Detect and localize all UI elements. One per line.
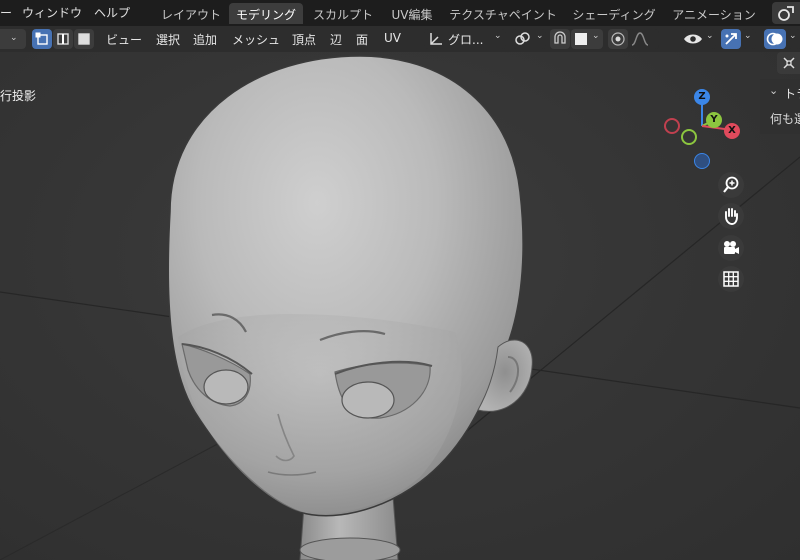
tab-shading[interactable]: シェーディング	[566, 3, 662, 24]
chevron-down-icon: ⌄	[592, 31, 600, 41]
chevron-down-icon: ⌄	[744, 31, 752, 41]
gizmo-arrow-icon	[725, 33, 737, 45]
link-icon	[515, 32, 530, 45]
tab-label: UV編集	[391, 8, 433, 22]
menu-face[interactable]: 面	[356, 31, 368, 48]
tab-texture-paint[interactable]: テクスチャペイント	[446, 3, 560, 24]
visibility-dropdown[interactable]: ⌄	[682, 29, 716, 49]
orientation-label: グロ...	[448, 33, 484, 47]
hand-icon	[725, 208, 738, 225]
sidebar-tab[interactable]	[777, 52, 800, 74]
pivot-point-dropdown[interactable]: ⌄	[512, 29, 546, 49]
gizmo-toggle-button[interactable]	[721, 29, 741, 49]
edge-select-icon	[57, 33, 69, 45]
menu-help[interactable]: ヘルプ	[94, 4, 130, 21]
zoom-button[interactable]	[718, 172, 744, 198]
overlay-circles-icon	[766, 32, 783, 46]
tab-label: モデリング	[235, 8, 296, 22]
overlays-dropdown[interactable]: ⌄	[787, 29, 800, 49]
tab-label: シェーディング	[572, 8, 656, 22]
tab-modeling[interactable]: モデリング	[229, 3, 303, 24]
falloff-dropdown[interactable]	[629, 29, 659, 49]
mode-dropdown-edge[interactable]: ⌄	[0, 29, 26, 49]
toggle-ortho-button[interactable]	[718, 266, 744, 292]
chevron-down-icon: ⌄	[789, 31, 797, 41]
tab-label: アニメーション	[672, 8, 756, 22]
overlays-toggle-button[interactable]	[764, 29, 786, 49]
camera-view-button[interactable]	[718, 235, 744, 261]
face-select-icon	[78, 33, 90, 45]
menu-vertex[interactable]: 頂点	[292, 31, 316, 48]
pan-button[interactable]	[718, 203, 744, 229]
magnet-icon	[554, 31, 566, 44]
gizmo-options-dropdown[interactable]: ⌄	[742, 29, 756, 49]
menu-view[interactable]: ビュー	[106, 31, 142, 48]
navigation-gizmo[interactable]: Z Y X	[660, 86, 744, 170]
sidebar-panel: ⌄ トラ 何も選	[760, 79, 800, 134]
gizmo-z-axis[interactable]: Z	[694, 89, 710, 105]
tab-label: テクスチャペイント	[449, 8, 557, 22]
menu-edge[interactable]: 辺	[330, 31, 342, 48]
select-mode-edge-button[interactable]	[53, 29, 73, 49]
view-projection-label: 行投影	[0, 89, 37, 103]
proportional-edit-button[interactable]	[608, 29, 628, 49]
chevron-down-icon: ⌄	[706, 31, 714, 41]
menu-edit-fragment[interactable]: ー	[0, 4, 12, 21]
snap-target-dropdown[interactable]: ⌄	[571, 29, 603, 49]
gizmo-neg-x-axis[interactable]	[664, 118, 680, 134]
menu-window[interactable]: ウィンドウ	[22, 4, 82, 21]
falloff-curve-icon	[631, 32, 649, 46]
tool-settings-icon	[783, 57, 795, 69]
menu-add[interactable]: 追加	[193, 31, 217, 48]
gizmo-neg-y-axis[interactable]	[681, 129, 697, 145]
chevron-down-icon[interactable]: ⌄	[769, 84, 778, 97]
chevron-down-icon: ⌄	[10, 33, 18, 43]
vertex-select-icon	[35, 32, 48, 45]
orientation-axes-icon	[430, 33, 442, 45]
snap-toggle-button[interactable]	[550, 29, 570, 49]
menu-uv[interactable]: UV	[384, 31, 401, 45]
grid-icon	[723, 271, 739, 287]
tab-label: レイアウト	[160, 8, 221, 22]
tab-label: スカルプト	[312, 8, 373, 22]
menu-select[interactable]: 選択	[156, 31, 180, 48]
3d-viewport[interactable]: 行投影 Z Y X ⌄ ト 何も	[0, 52, 800, 560]
gizmo-y-axis[interactable]: Y	[706, 112, 722, 128]
chevron-down-icon: ⌄	[494, 31, 502, 41]
tab-layout[interactable]: レイアウト	[156, 3, 226, 24]
sidebar-panel-title[interactable]: トラ	[784, 85, 800, 102]
eye-icon	[684, 34, 702, 44]
tab-sculpt[interactable]: スカルプト	[307, 3, 379, 24]
gizmo-x-axis[interactable]: X	[724, 123, 740, 139]
gizmo-neg-z-axis[interactable]	[694, 153, 710, 169]
tab-animation[interactable]: アニメーション	[668, 3, 760, 24]
select-mode-face-button[interactable]	[74, 29, 94, 49]
select-mode-vertex-button[interactable]	[32, 29, 52, 49]
transform-orientation-dropdown[interactable]: グロ... ⌄	[424, 29, 506, 49]
camera-icon	[724, 241, 739, 254]
chevron-down-icon: ⌄	[536, 31, 544, 41]
square-swatch-icon	[575, 33, 587, 45]
zoom-magnifier-icon	[723, 176, 739, 193]
menu-mesh[interactable]: メッシュ	[232, 31, 280, 48]
tab-uv-editing[interactable]: UV編集	[383, 3, 441, 24]
scene-icon	[778, 6, 794, 21]
scene-selector-button[interactable]	[772, 2, 800, 24]
proportional-circle-icon	[611, 32, 625, 46]
viewport-header: ⌄ ビュー 選択 追加 メッシュ 頂点 辺 面 UV グロ... ⌄ ⌄ ⌄ ⌄…	[0, 26, 800, 52]
sidebar-panel-message: 何も選	[770, 112, 800, 126]
top-menu-bar: ー ウィンドウ ヘルプ レイアウト モデリング スカルプト UV編集 テクスチャ…	[0, 0, 800, 26]
